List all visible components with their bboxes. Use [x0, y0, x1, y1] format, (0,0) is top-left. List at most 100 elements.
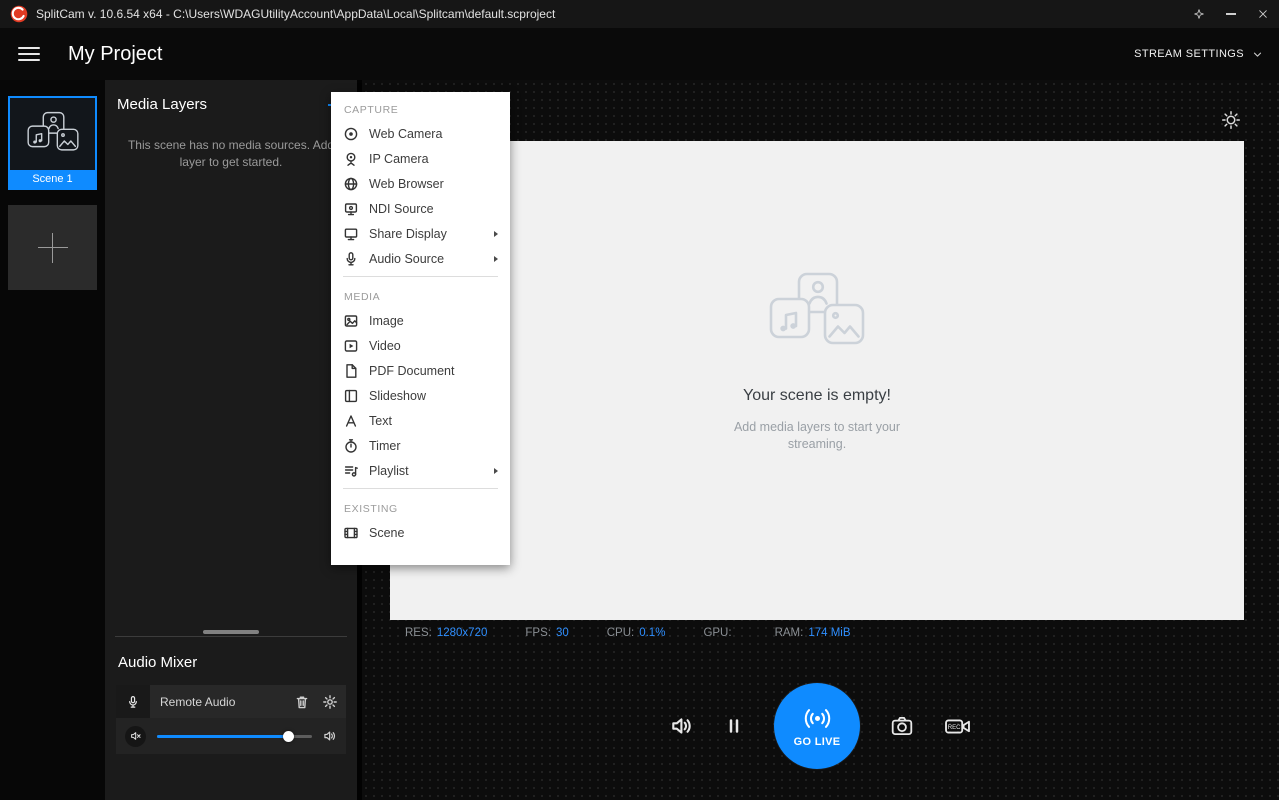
empty-scene-subtitle: Add media layers to start your streaming…: [732, 419, 902, 453]
menu-item-text[interactable]: Text: [331, 408, 510, 433]
menu-item-video[interactable]: Video: [331, 333, 510, 358]
volume-knob[interactable]: [283, 731, 294, 742]
media-layers-panel: Media Layers This scene has no media sou…: [105, 80, 357, 800]
menu-item-timer[interactable]: Timer: [331, 433, 510, 458]
resize-grip: [203, 630, 259, 634]
webcam-icon: [343, 126, 359, 142]
close-icon: [1257, 8, 1269, 20]
minimize-icon: [1226, 13, 1236, 15]
menu-item-label: Scene: [369, 526, 498, 540]
stat-label: RES:: [405, 627, 432, 639]
globe-icon: [343, 176, 359, 192]
menu-item-web-browser[interactable]: Web Browser: [331, 171, 510, 196]
menu-item-label: Audio Source: [369, 252, 484, 266]
titlebar: SplitCam v. 10.6.54 x64 - C:\Users\WDAGU…: [0, 0, 1279, 28]
stat-label: GPU:: [703, 627, 731, 639]
add-layer-menu: CAPTURE Web Camera IP Camera Web Browser NDI…: [331, 92, 510, 565]
menu-item-label: Video: [369, 339, 498, 353]
pin-icon: [1193, 8, 1205, 20]
stat-fps: FPS: 30: [525, 627, 568, 639]
menu-item-ip-camera[interactable]: IP Camera: [331, 146, 510, 171]
pin-button[interactable]: [1183, 0, 1215, 28]
brightness-button[interactable]: [1221, 110, 1241, 130]
stat-value: 30: [556, 627, 569, 639]
menu-item-label: Web Browser: [369, 177, 498, 191]
menu-item-image[interactable]: Image: [331, 308, 510, 333]
svg-text:REC: REC: [948, 724, 961, 730]
submenu-arrow-icon: [494, 256, 498, 262]
stat-res: RES:1280x720: [405, 627, 487, 639]
speaker-icon: [323, 729, 337, 743]
scene-thumbnail[interactable]: Scene 1: [8, 96, 97, 190]
scene-preview: Your scene is empty! Add media layers to…: [390, 141, 1244, 620]
menu-item-web-camera[interactable]: Web Camera: [331, 121, 510, 146]
content-area: Scene 1 Media Layers This scene has no m…: [0, 80, 1279, 800]
menu-item-label: NDI Source: [369, 202, 498, 216]
slideshow-icon: [343, 388, 359, 404]
minimize-button[interactable]: [1215, 0, 1247, 28]
menu-divider: [343, 488, 498, 489]
scene-label: Scene 1: [10, 170, 95, 188]
menu-section-header: EXISTING: [331, 494, 510, 520]
menu-item-label: Share Display: [369, 227, 484, 241]
pdf-icon: [343, 363, 359, 379]
stat-label: RAM:: [775, 627, 804, 639]
submenu-arrow-icon: [494, 468, 498, 474]
menu-item-audio-source[interactable]: Audio Source: [331, 246, 510, 271]
stat-ram: RAM: 174 MiB: [775, 627, 851, 639]
menu-item-label: Slideshow: [369, 389, 498, 403]
image-icon: [343, 313, 359, 329]
stat-gpu: GPU:: [703, 627, 736, 639]
project-title: My Project: [68, 43, 162, 66]
audio-source-row: Remote Audio: [116, 685, 346, 718]
app-header: My Project STREAM SETTINGS: [0, 28, 1279, 80]
stats-bar: RES:1280x720 FPS: 30 CPU:0.1% GPU: RAM: 174 Mi…: [405, 627, 851, 639]
empty-scene-title: Your scene is empty!: [743, 387, 891, 405]
stream-settings-label: STREAM SETTINGS: [1134, 48, 1244, 60]
speaker-muted-icon: [130, 730, 142, 742]
menu-item-label: Web Camera: [369, 127, 498, 141]
stream-settings-button[interactable]: STREAM SETTINGS: [1134, 48, 1263, 60]
stat-cpu: CPU:0.1%: [607, 627, 666, 639]
menu-section-header: CAPTURE: [331, 95, 510, 121]
add-scene-button[interactable]: [8, 205, 97, 290]
mic-icon: [126, 695, 140, 709]
pause-button[interactable]: [724, 716, 744, 736]
media-layers-section: Media Layers This scene has no media sou…: [105, 80, 357, 628]
video-icon: [343, 338, 359, 354]
menu-section-header: MEDIA: [331, 282, 510, 308]
audio-settings-button[interactable]: [322, 694, 338, 710]
record-button[interactable]: REC: [944, 713, 971, 740]
text-icon: [343, 413, 359, 429]
menu-divider: [343, 276, 498, 277]
window-controls: [1183, 0, 1279, 28]
snapshot-button[interactable]: [890, 714, 914, 738]
menu-item-slideshow[interactable]: Slideshow: [331, 383, 510, 408]
menu-item-label: Text: [369, 414, 498, 428]
empty-scene-art: [767, 271, 867, 361]
go-live-button[interactable]: GO LIVE: [774, 683, 860, 769]
menu-item-ndi-source[interactable]: NDI Source: [331, 196, 510, 221]
menu-item-label: Image: [369, 314, 498, 328]
stat-label: FPS:: [525, 627, 551, 639]
ndi-icon: [343, 201, 359, 217]
main-menu-button[interactable]: [18, 43, 40, 65]
panel-resize-handle[interactable]: [115, 628, 347, 637]
menu-item-pdf-document[interactable]: PDF Document: [331, 358, 510, 383]
splitcam-window: SplitCam v. 10.6.54 x64 - C:\Users\WDAGU…: [0, 0, 1279, 800]
menu-item-share-display[interactable]: Share Display: [331, 221, 510, 246]
media-layers-title: Media Layers: [117, 96, 207, 113]
close-button[interactable]: [1247, 0, 1279, 28]
plus-icon: [38, 233, 68, 263]
volume-slider[interactable]: [157, 729, 312, 743]
volume-button[interactable]: [670, 714, 694, 738]
menu-item-playlist[interactable]: Playlist: [331, 458, 510, 483]
mute-button[interactable]: [125, 726, 146, 747]
audio-mixer-panel: Audio Mixer Remote Audio: [105, 637, 357, 800]
menu-item-scene[interactable]: Scene: [331, 520, 510, 545]
empty-scene-state: Your scene is empty! Add media layers to…: [390, 271, 1244, 453]
delete-audio-button[interactable]: [294, 694, 310, 710]
stat-value: 174 MiB: [808, 627, 850, 639]
broadcast-icon: [804, 705, 831, 732]
menu-item-label: Timer: [369, 439, 498, 453]
